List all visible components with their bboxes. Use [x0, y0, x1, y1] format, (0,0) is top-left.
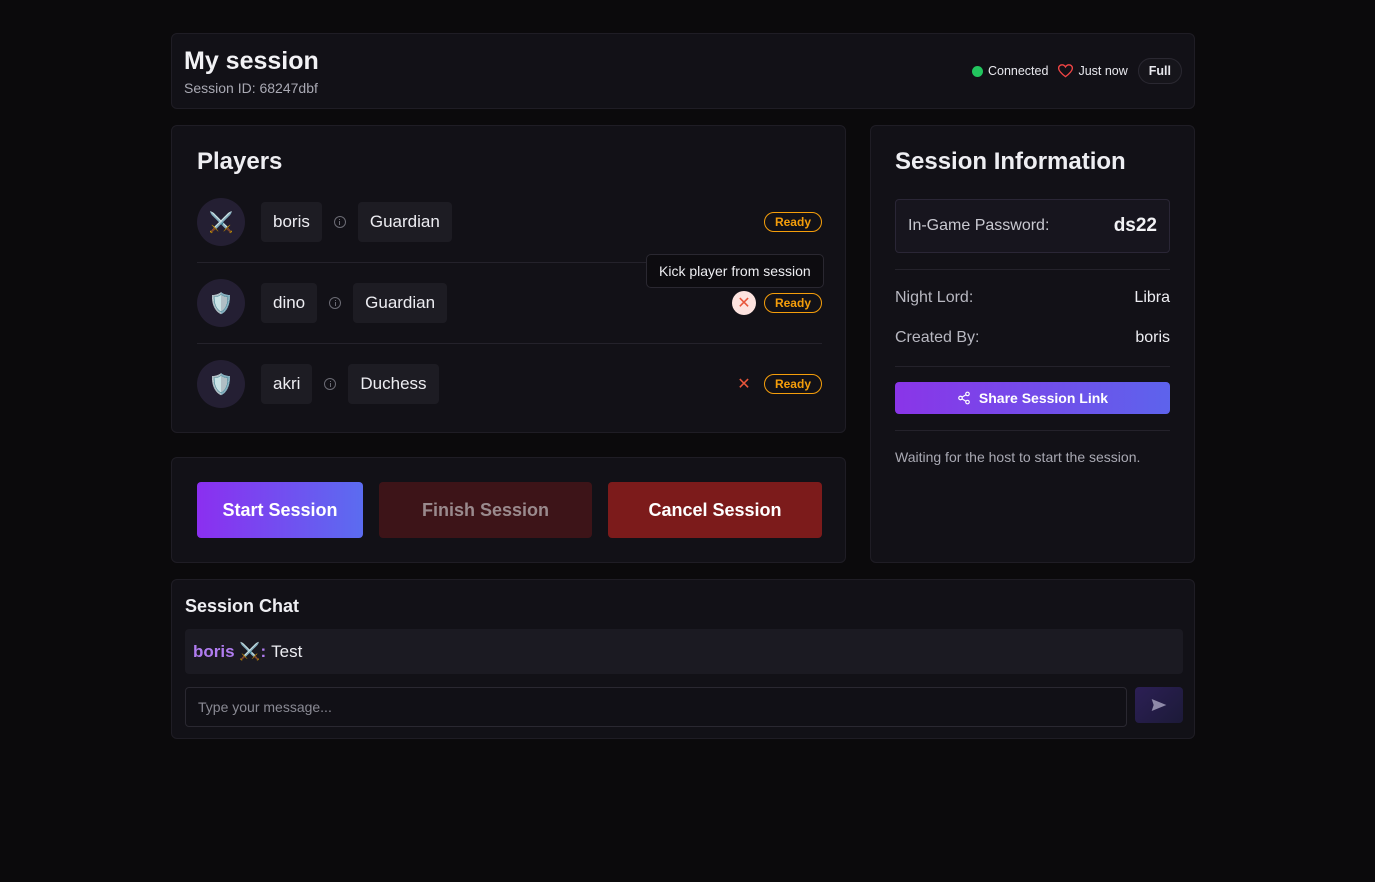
- chat-message: boris ⚔️: Test: [185, 629, 1183, 674]
- kick-player-button[interactable]: ✕: [731, 291, 756, 315]
- password-box: In-Game Password: ds22: [895, 199, 1170, 253]
- chat-input[interactable]: [185, 687, 1127, 727]
- share-icon: [958, 391, 970, 405]
- kick-tooltip: Kick player from session: [646, 254, 824, 288]
- start-session-button[interactable]: Start Session: [197, 482, 363, 538]
- finish-session-button[interactable]: Finish Session: [379, 482, 592, 538]
- player-name: akri: [261, 364, 313, 404]
- cancel-session-button[interactable]: Cancel Session: [608, 482, 822, 538]
- share-label: Share Session Link: [978, 390, 1109, 406]
- shield-icon: 🛡️: [197, 360, 245, 408]
- info-icon[interactable]: [324, 378, 337, 390]
- created-by-row: Created By: boris: [895, 329, 1170, 347]
- session-chat: Session Chat boris ⚔️: Test: [171, 579, 1195, 739]
- ready-badge: Ready: [763, 293, 822, 313]
- player-row: 🛡️ akri Duchess ✕ Ready: [197, 360, 822, 408]
- players-panel: Players ⚔️ boris Guardian Ready 🛡️ dino …: [171, 125, 846, 433]
- crossed-swords-icon: ⚔️: [197, 198, 245, 246]
- password-label: In-Game Password:: [908, 217, 1050, 234]
- shield-icon: 🛡️: [197, 279, 245, 327]
- ready-badge: Ready: [763, 212, 822, 232]
- message-text: Test: [271, 641, 303, 661]
- divider: [895, 366, 1170, 367]
- kick-player-button[interactable]: ✕: [732, 372, 756, 396]
- connection-status-label: Connected: [987, 64, 1049, 78]
- heartbeat-label: Just now: [1078, 64, 1128, 78]
- chat-title: Session Chat: [185, 596, 300, 616]
- player-role: Guardian: [353, 283, 448, 323]
- divider: [895, 430, 1170, 431]
- status-bar: Connected Just now Full: [971, 58, 1182, 84]
- player-name: dino: [261, 283, 318, 323]
- created-by-value: boris: [1135, 329, 1170, 346]
- row-divider: [197, 343, 822, 344]
- page-title: My session: [184, 47, 319, 75]
- night-lord-value: Libra: [1134, 289, 1170, 306]
- player-name: boris: [261, 202, 322, 242]
- night-lord-label: Night Lord:: [895, 289, 974, 306]
- waiting-message: Waiting for the host to start the sessio…: [895, 449, 1141, 465]
- player-role: Duchess: [348, 364, 439, 404]
- capacity-badge: Full: [1137, 58, 1182, 84]
- session-info-title: Session Information: [895, 148, 1126, 175]
- share-session-link-button[interactable]: Share Session Link: [895, 382, 1170, 414]
- divider: [895, 269, 1170, 270]
- info-icon[interactable]: [333, 216, 346, 228]
- send-button[interactable]: [1135, 687, 1183, 723]
- connection-status: Connected: [971, 64, 1049, 78]
- message-author: boris ⚔️:: [193, 641, 267, 661]
- password-value[interactable]: ds22: [1114, 215, 1157, 237]
- player-row: ⚔️ boris Guardian Ready: [197, 198, 822, 246]
- session-actions: Start Session Finish Session Cancel Sess…: [171, 457, 846, 563]
- player-role: Guardian: [357, 202, 452, 242]
- ready-badge: Ready: [763, 374, 822, 394]
- session-info-panel: Session Information In-Game Password: ds…: [870, 125, 1195, 563]
- night-lord-row: Night Lord: Libra: [895, 289, 1170, 307]
- heartbeat-status: Just now: [1058, 64, 1128, 78]
- created-by-label: Created By:: [895, 329, 980, 346]
- session-header: My session Session ID: 68247dbf Connecte…: [171, 33, 1195, 109]
- session-id: Session ID: 68247dbf: [184, 80, 318, 96]
- connected-dot-icon: [971, 65, 983, 77]
- send-icon: [1151, 699, 1167, 711]
- info-icon[interactable]: [329, 297, 342, 309]
- heart-icon: [1058, 64, 1074, 78]
- players-title: Players: [197, 148, 283, 175]
